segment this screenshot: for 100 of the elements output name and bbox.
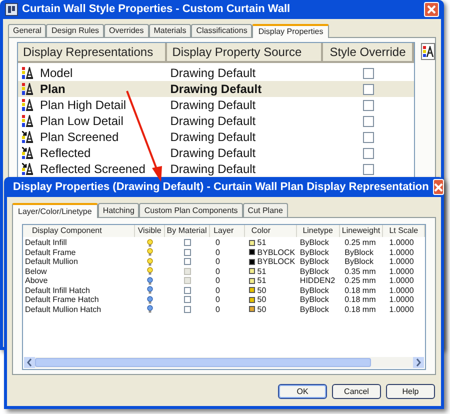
rep-name[interactable]: Model — [40, 64, 73, 82]
linetype-value: ByBlock — [300, 295, 329, 304]
scroll-left-button[interactable] — [24, 357, 35, 368]
property-source: Drawing Default — [170, 130, 256, 144]
tab[interactable]: Classifications — [191, 24, 252, 37]
property-source: Drawing Default — [170, 98, 256, 112]
style-override-checkbox[interactable] — [363, 164, 374, 174]
screened-rep-icon — [22, 147, 34, 159]
column-header[interactable]: Lineweight — [340, 225, 384, 237]
display-rep-icon — [22, 67, 34, 79]
lightbulb-on-icon[interactable] — [147, 238, 153, 247]
column-header[interactable]: Style Override — [323, 43, 414, 63]
display-properties-button[interactable] — [421, 43, 435, 60]
component-name[interactable]: Above — [25, 276, 48, 285]
color-value: BYBLOCK — [257, 248, 296, 257]
tab[interactable]: Materials — [148, 24, 192, 37]
by-material-checkbox[interactable] — [184, 296, 191, 304]
linetype-value: ByBlock — [300, 238, 329, 247]
rep-name[interactable]: Reflected — [40, 144, 91, 162]
dialog-button[interactable]: OK — [278, 384, 327, 399]
rep-name[interactable]: Reflected Screened — [40, 160, 146, 178]
style-override-checkbox[interactable] — [363, 148, 374, 158]
style-override-checkbox[interactable] — [363, 100, 374, 110]
tab[interactable]: Display Properties — [252, 24, 330, 38]
property-source: Drawing Default — [170, 66, 256, 80]
property-source: Drawing Default — [170, 146, 256, 160]
component-name[interactable]: Default Mullion — [25, 257, 78, 266]
lineweight-value: 0.25 mm — [344, 238, 376, 247]
layer-value: 0 — [216, 276, 220, 285]
component-name[interactable]: Default Mullion Hatch — [25, 304, 102, 314]
property-source: Drawing Default — [170, 114, 256, 128]
component-name[interactable]: Below — [25, 266, 47, 276]
rep-name[interactable]: Plan Screened — [40, 128, 119, 146]
by-material-checkbox[interactable] — [184, 239, 191, 246]
column-header[interactable]: Lt Scale — [383, 225, 425, 237]
column-header[interactable]: Visible — [135, 225, 165, 237]
close-button[interactable] — [432, 179, 444, 195]
lt-scale-value: 1.0000 — [389, 286, 414, 294]
component-name[interactable]: Default Infill Hatch — [25, 286, 90, 294]
window-title: Display Properties (Drawing Default) - Curtain Wall Plan Display Representation — [13, 180, 429, 195]
tab[interactable]: Custom Plan Components — [139, 203, 243, 217]
style-override-checkbox[interactable] — [363, 116, 374, 126]
lightbulb-off-icon[interactable] — [147, 305, 153, 314]
column-header[interactable]: Display Component — [23, 225, 136, 237]
by-material-checkbox[interactable] — [184, 306, 191, 313]
lineweight-value: 0.18 mm — [344, 295, 376, 304]
component-name[interactable]: Default Infill — [25, 238, 67, 247]
property-source: Drawing Default — [170, 82, 262, 96]
close-button[interactable] — [424, 2, 439, 17]
lineweight-value: 0.18 mm — [344, 286, 376, 294]
lightbulb-off-icon[interactable] — [147, 276, 153, 285]
tab[interactable]: Layer/Color/Linetype — [12, 203, 98, 218]
tab[interactable]: Hatching — [98, 203, 140, 217]
rep-name[interactable]: Plan High Detail — [40, 96, 126, 114]
lt-scale-value: 1.0000 — [389, 257, 414, 266]
column-header[interactable]: Color — [245, 225, 297, 237]
rep-name[interactable]: Plan — [40, 80, 66, 98]
style-override-checkbox[interactable] — [363, 84, 374, 94]
component-name[interactable]: Default Frame Hatch — [25, 295, 99, 304]
property-source: Drawing Default — [170, 162, 256, 176]
lightbulb-off-icon[interactable] — [147, 296, 153, 304]
lineweight-value: 0.25 mm — [344, 276, 376, 285]
style-override-checkbox[interactable] — [363, 68, 374, 78]
lightbulb-on-icon[interactable] — [147, 258, 153, 266]
by-material-checkbox[interactable] — [184, 286, 191, 294]
component-name[interactable]: Default Frame — [25, 248, 76, 256]
tab[interactable]: Design Rules — [46, 24, 104, 37]
column-header[interactable]: By Material — [164, 225, 210, 237]
column-header[interactable]: Linetype — [297, 225, 340, 237]
horizontal-scrollbar[interactable] — [24, 357, 424, 368]
lt-scale-value: 1.0000 — [389, 238, 414, 247]
selected-row[interactable]: Plan Drawing Default — [18, 81, 414, 97]
by-material-checkbox[interactable] — [184, 258, 191, 266]
column-header[interactable]: Display Property Source — [167, 43, 324, 63]
dialog-button[interactable]: Help — [386, 384, 435, 399]
linetype-value: ByBlock — [300, 266, 329, 276]
lt-scale-value: 1.0000 — [389, 276, 414, 285]
tab[interactable]: Cut Plane — [242, 203, 288, 217]
tab[interactable]: General — [8, 24, 46, 37]
style-override-checkbox[interactable] — [363, 132, 374, 142]
dialog-button[interactable]: Cancel — [332, 384, 381, 399]
lineweight-value: 0.35 mm — [344, 266, 376, 276]
lightbulb-on-icon[interactable] — [147, 267, 153, 276]
tab[interactable]: Overrides — [104, 24, 149, 37]
app-icon — [5, 3, 18, 16]
display-rep-icon — [22, 115, 34, 127]
by-material-checkbox[interactable] — [184, 248, 191, 256]
column-header[interactable]: Layer — [210, 225, 246, 237]
lightbulb-on-icon[interactable] — [147, 248, 153, 256]
rep-name[interactable]: Plan Low Detail — [40, 112, 124, 130]
layer-value: 0 — [216, 266, 220, 276]
layer-value: 0 — [216, 257, 220, 266]
layer-value: 0 — [216, 248, 220, 256]
color-value: 50 — [257, 286, 266, 295]
lt-scale-value: 1.0000 — [389, 295, 414, 304]
scroll-right-button[interactable] — [413, 357, 424, 368]
lightbulb-off-icon[interactable] — [147, 286, 153, 294]
display-rep-icon — [22, 99, 34, 111]
linetype-value: HIDDEN2 — [300, 276, 336, 285]
column-header[interactable]: Display Representations — [18, 43, 168, 63]
